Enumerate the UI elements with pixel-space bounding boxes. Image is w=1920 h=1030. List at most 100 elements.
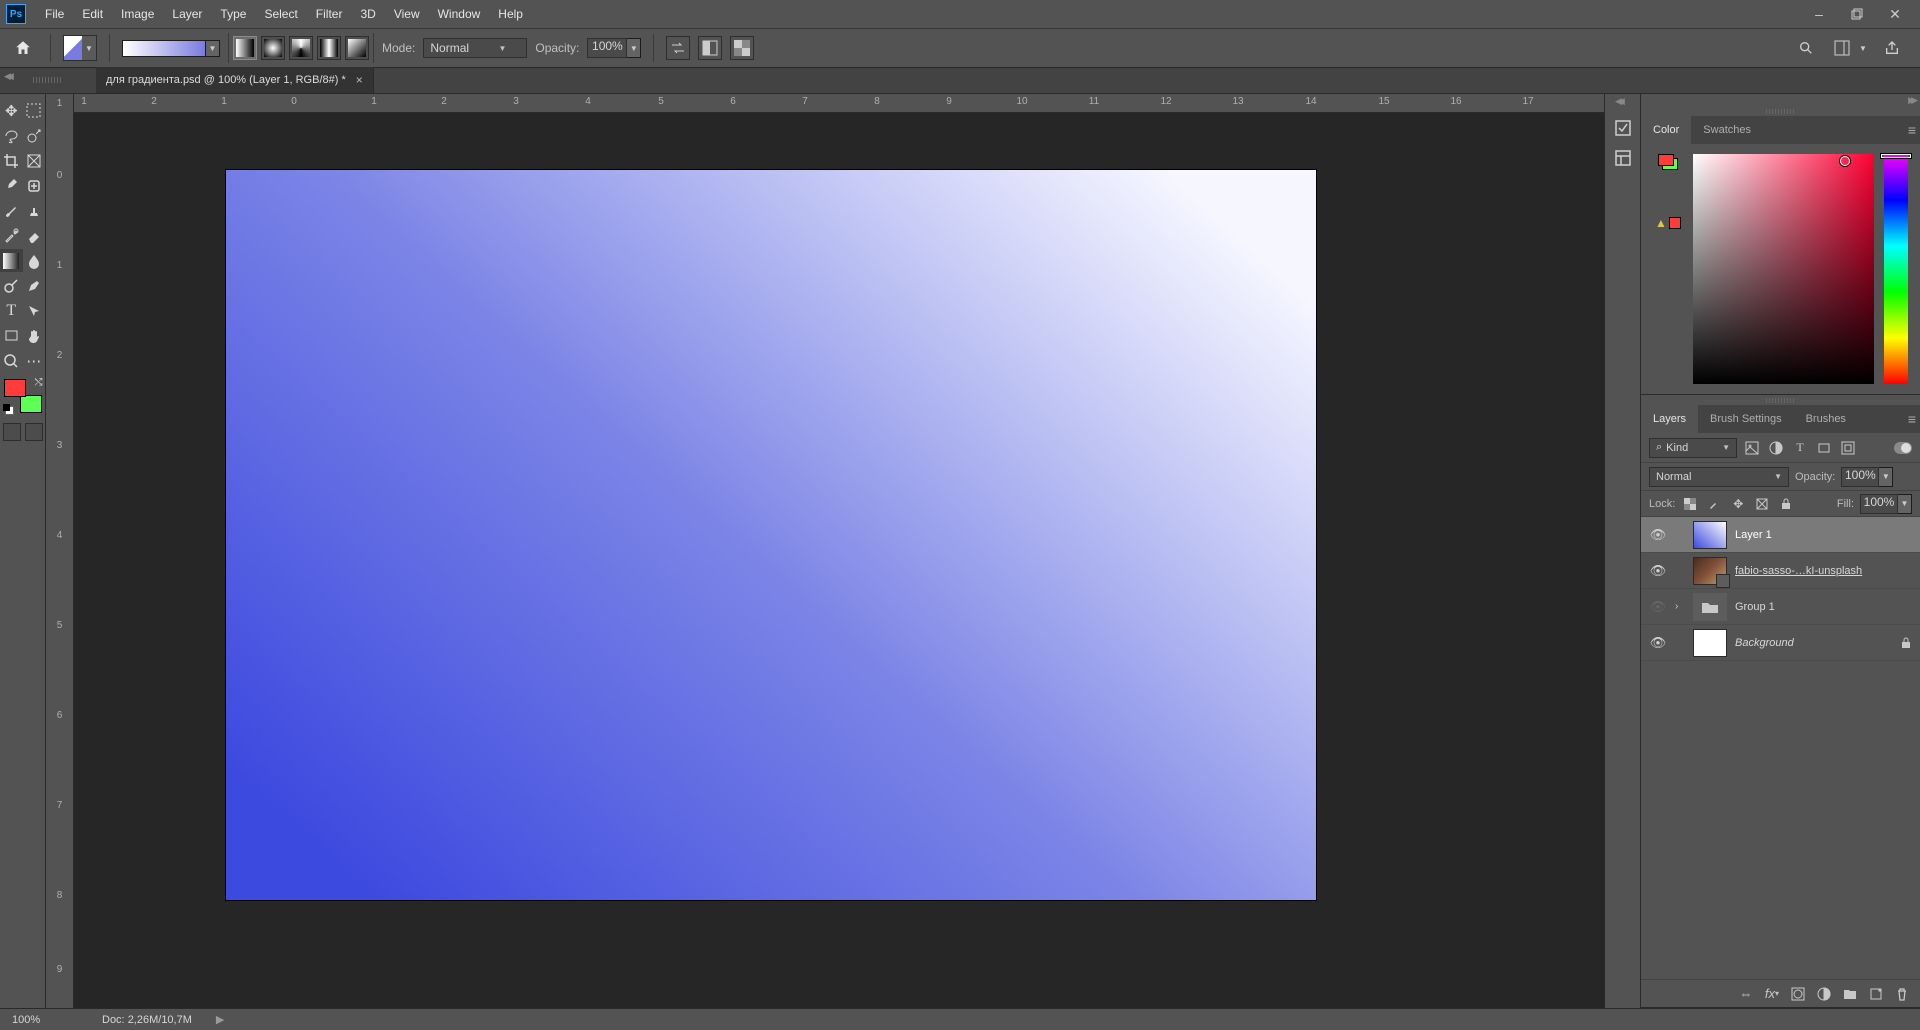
- lock-transparency-icon[interactable]: [1681, 495, 1699, 513]
- hue-slider[interactable]: [1884, 154, 1908, 384]
- lasso-tool[interactable]: [0, 124, 23, 147]
- filter-pixel-layer-icon[interactable]: [1743, 439, 1761, 457]
- healing-brush-tool[interactable]: [23, 174, 46, 197]
- filter-shape-layer-icon[interactable]: [1815, 439, 1833, 457]
- crop-tool[interactable]: [0, 149, 23, 172]
- document-tab[interactable]: для градиента.psd @ 100% (Layer 1, RGB/8…: [96, 67, 374, 93]
- clone-stamp-tool[interactable]: [23, 199, 46, 222]
- saturation-value-field[interactable]: [1693, 154, 1874, 384]
- transparency-toggle[interactable]: [730, 36, 754, 60]
- layer-filter-kind-select[interactable]: ⌕ Kind ▼: [1649, 438, 1737, 458]
- filter-type-layer-icon[interactable]: T: [1791, 439, 1809, 457]
- menu-view[interactable]: View: [385, 0, 429, 28]
- out-of-gamut-warning[interactable]: ▲: [1655, 216, 1681, 230]
- layer-style-button[interactable]: fx▾: [1762, 984, 1782, 1004]
- properties-panel-icon[interactable]: [1609, 144, 1637, 172]
- marquee-tool[interactable]: [23, 99, 46, 122]
- collapse-panels-icon[interactable]: ▶▶: [1908, 94, 1920, 106]
- swap-colors-icon[interactable]: ⤭: [35, 377, 43, 388]
- layer-thumbnail[interactable]: [1693, 629, 1727, 657]
- canvas-viewport[interactable]: [74, 113, 1604, 1008]
- status-flyout-icon[interactable]: ▶: [216, 1013, 224, 1026]
- path-selection-tool[interactable]: [23, 299, 46, 322]
- horizontal-ruler[interactable]: 1 2 1 0 1 2 3 4 5 6 7 8 9 10 11 12 13 14…: [74, 94, 1604, 113]
- eyedropper-tool[interactable]: [0, 174, 23, 197]
- history-brush-tool[interactable]: [0, 224, 23, 247]
- chevron-down-icon[interactable]: ▼: [1879, 467, 1893, 487]
- rectangle-tool[interactable]: [0, 324, 23, 347]
- visibility-toggle[interactable]: 👁: [1649, 599, 1667, 615]
- panel-drag-handle[interactable]: [1641, 106, 1920, 116]
- tool-preset-picker[interactable]: ▼: [63, 35, 97, 61]
- layer-name[interactable]: Group 1: [1735, 601, 1775, 613]
- delete-layer-button[interactable]: [1892, 984, 1912, 1004]
- menu-help[interactable]: Help: [489, 0, 532, 28]
- type-tool[interactable]: T: [0, 299, 23, 322]
- layer-row[interactable]: 👁 › Group 1: [1641, 589, 1920, 625]
- history-panel-icon[interactable]: [1609, 114, 1637, 142]
- vertical-ruler[interactable]: 1 0 1 2 3 4 5 6 7 8 9: [46, 94, 74, 1008]
- color-swatch-pair[interactable]: [1658, 154, 1678, 170]
- tab-strip-drag-handle[interactable]: [0, 67, 96, 93]
- brushes-tab[interactable]: Brushes: [1794, 405, 1858, 433]
- hand-tool[interactable]: [23, 324, 46, 347]
- quick-mask-button[interactable]: [25, 423, 43, 441]
- default-colors-icon[interactable]: [3, 404, 14, 415]
- layer-row[interactable]: 👁 fabio-sasso-…kI-unsplash: [1641, 553, 1920, 589]
- lock-all-icon[interactable]: [1777, 495, 1795, 513]
- gradient-radial-button[interactable]: [261, 36, 285, 60]
- reverse-gradient-toggle[interactable]: [666, 36, 690, 60]
- new-group-button[interactable]: [1840, 984, 1860, 1004]
- lock-artboard-icon[interactable]: [1753, 495, 1771, 513]
- workspace-switcher[interactable]: ▼: [1828, 34, 1870, 62]
- menu-select[interactable]: Select: [255, 0, 306, 28]
- move-tool[interactable]: ✥: [0, 99, 23, 122]
- edit-toolbar-button[interactable]: ⋯: [23, 349, 46, 372]
- visibility-toggle[interactable]: 👁: [1649, 563, 1667, 579]
- dodge-tool[interactable]: [0, 274, 23, 297]
- gradient-reflected-button[interactable]: [317, 36, 341, 60]
- menu-edit[interactable]: Edit: [73, 0, 112, 28]
- share-button[interactable]: [1878, 34, 1906, 62]
- gradient-tool[interactable]: [0, 249, 23, 272]
- blur-tool[interactable]: [23, 249, 46, 272]
- color-tab[interactable]: Color: [1641, 116, 1691, 144]
- brush-tool[interactable]: [0, 199, 23, 222]
- menu-filter[interactable]: Filter: [307, 0, 352, 28]
- close-icon[interactable]: ×: [356, 73, 363, 87]
- brush-settings-tab[interactable]: Brush Settings: [1698, 405, 1794, 433]
- blend-mode-select[interactable]: Normal ▼: [423, 38, 527, 58]
- menu-type[interactable]: Type: [211, 0, 255, 28]
- layers-tab[interactable]: Layers: [1641, 405, 1698, 433]
- zoom-tool[interactable]: [0, 349, 23, 372]
- layer-name[interactable]: fabio-sasso-…kI-unsplash: [1735, 565, 1862, 577]
- layer-row[interactable]: 👁 Layer 1: [1641, 517, 1920, 553]
- dither-toggle[interactable]: [698, 36, 722, 60]
- expand-dock-icon[interactable]: ◀◀: [1615, 96, 1621, 107]
- panel-drag-handle[interactable]: [1641, 395, 1920, 405]
- eraser-tool[interactable]: [23, 224, 46, 247]
- layer-blend-mode-select[interactable]: Normal▼: [1649, 467, 1789, 487]
- layer-thumbnail[interactable]: [1693, 521, 1727, 549]
- lock-pixels-icon[interactable]: [1705, 495, 1723, 513]
- panel-menu-icon[interactable]: ≡: [1908, 122, 1916, 138]
- quick-selection-tool[interactable]: [23, 124, 46, 147]
- filter-toggle[interactable]: [1894, 442, 1912, 454]
- gradient-linear-button[interactable]: [233, 36, 257, 60]
- filter-adjustment-layer-icon[interactable]: [1767, 439, 1785, 457]
- color-swatches[interactable]: ⤭: [4, 379, 42, 413]
- home-button[interactable]: [8, 33, 38, 63]
- frame-tool[interactable]: [23, 149, 46, 172]
- menu-3d[interactable]: 3D: [351, 0, 384, 28]
- lock-position-icon[interactable]: ✥: [1729, 495, 1747, 513]
- search-button[interactable]: [1792, 34, 1820, 62]
- menu-window[interactable]: Window: [429, 0, 490, 28]
- layer-name[interactable]: Background: [1735, 637, 1794, 649]
- chevron-down-icon[interactable]: ▼: [1898, 494, 1912, 514]
- layer-thumbnail[interactable]: [1693, 557, 1727, 585]
- gradient-angle-button[interactable]: [289, 36, 313, 60]
- window-maximize-button[interactable]: [1838, 0, 1876, 28]
- window-close-button[interactable]: ✕: [1876, 0, 1914, 28]
- new-layer-button[interactable]: [1866, 984, 1886, 1004]
- pen-tool[interactable]: [23, 274, 46, 297]
